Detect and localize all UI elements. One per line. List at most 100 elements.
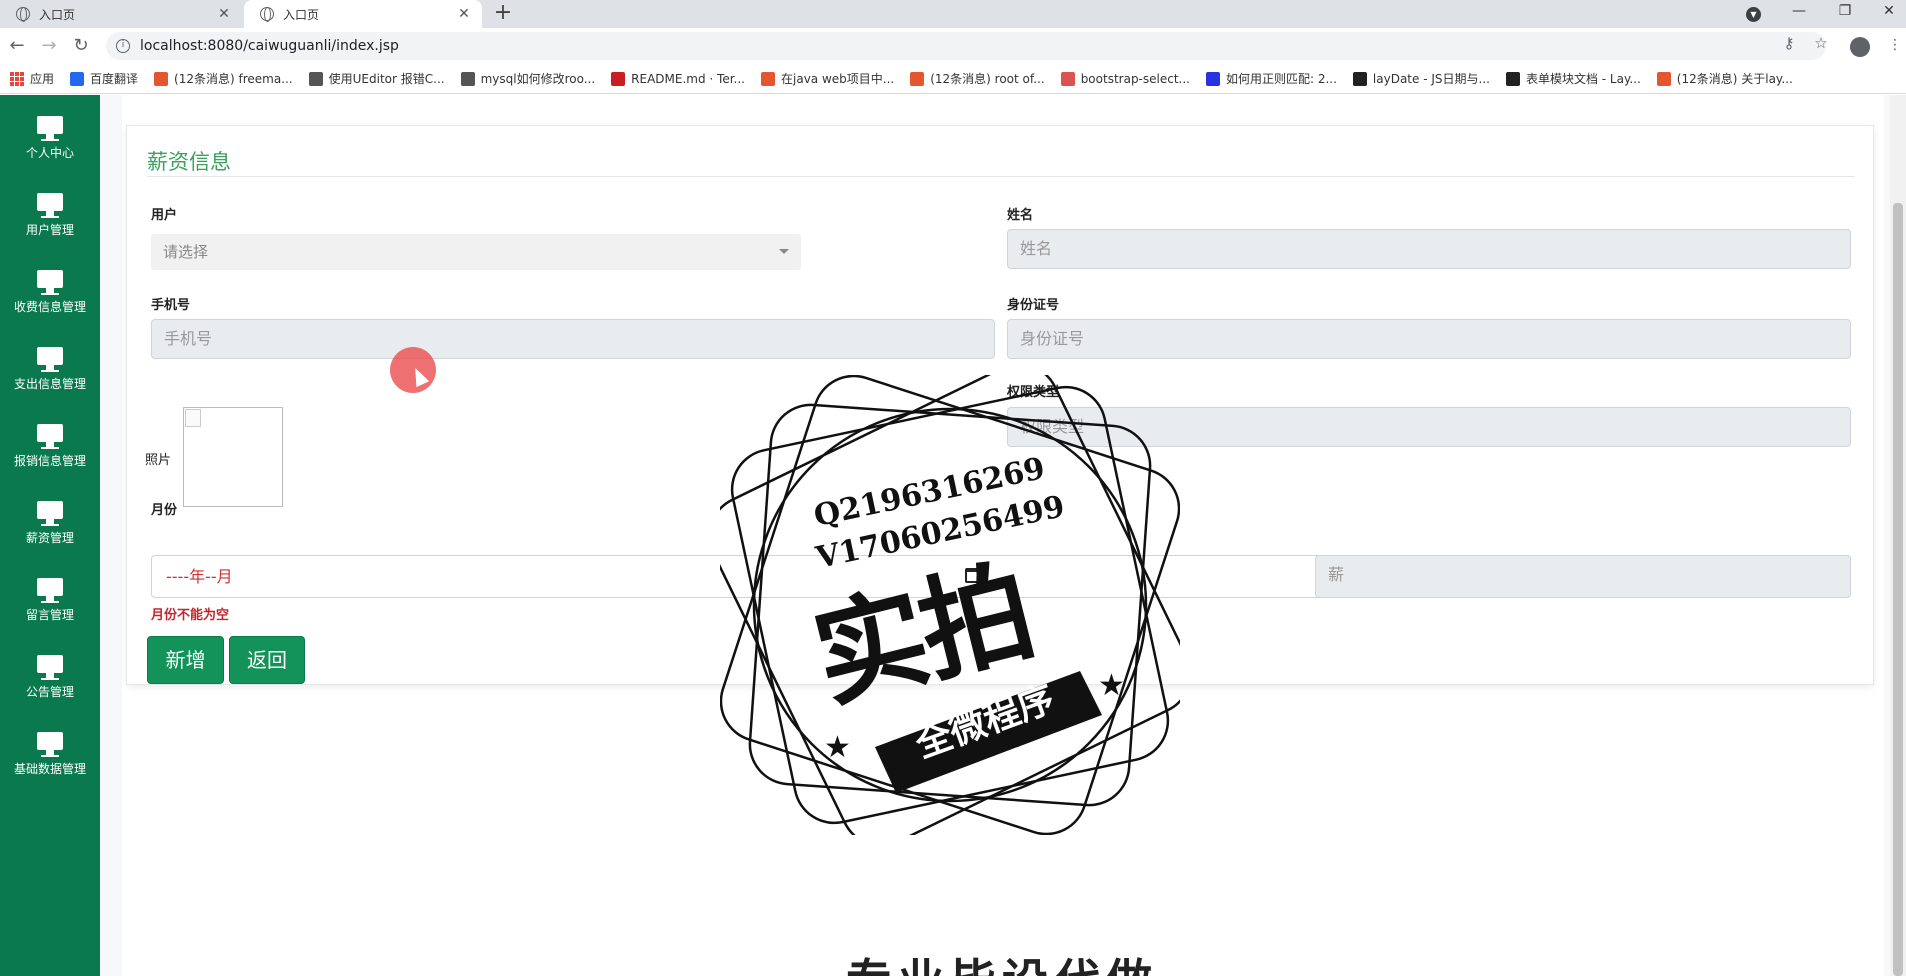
- tab-search-icon[interactable]: ▼: [1746, 7, 1761, 22]
- bookmark-label: 百度翻译: [90, 72, 139, 86]
- tab-strip: 入口页 ✕ 入口页 ✕ + ▼ — ❐ ✕: [0, 0, 1906, 28]
- bookmark-label: mysql如何修改roo...: [480, 72, 596, 86]
- user-select-placeholder: 请选择: [163, 243, 209, 261]
- back-arrow-icon[interactable]: ←: [5, 34, 29, 58]
- id-card-input[interactable]: 身份证号: [1007, 319, 1851, 359]
- sidebar-item[interactable]: 基础数据管理: [0, 711, 100, 788]
- monitor-icon: [37, 732, 63, 757]
- profile-avatar-icon[interactable]: [1850, 37, 1870, 57]
- translate-icon: [70, 71, 85, 86]
- scrollbar-thumb[interactable]: [1893, 203, 1903, 976]
- star-icon: ★: [824, 730, 851, 765]
- restore-button[interactable]: ❐: [1822, 0, 1868, 28]
- apps-icon: [10, 71, 24, 86]
- page-viewport: 个人中心用户管理 收费信息管理支出信息管理 报销信息管理 薪资管理留言管理公告管理基础…: [0, 95, 1906, 976]
- baidu-icon: [1205, 71, 1220, 86]
- info-icon[interactable]: i: [116, 39, 130, 53]
- bookmark-item[interactable]: bootstrap-select...: [1060, 71, 1190, 86]
- monitor-icon: [37, 193, 63, 218]
- reload-icon[interactable]: ↻: [69, 34, 93, 58]
- bookmark-item[interactable]: 使用UEditor 报错C...: [308, 70, 445, 87]
- month-label: 月份: [151, 503, 178, 518]
- close-window-button[interactable]: ✕: [1866, 0, 1906, 28]
- key-icon[interactable]: ⚷: [1778, 34, 1800, 52]
- add-button[interactable]: 新增: [147, 636, 224, 684]
- month-error: 月份不能为空: [151, 608, 230, 623]
- bookmark-item[interactable]: (12条消息) freema...: [154, 70, 293, 87]
- sidebar-item-label: 薪资管理: [25, 531, 74, 545]
- photo-image[interactable]: [183, 407, 283, 507]
- monitor-icon: [37, 655, 63, 680]
- photo-label: 照片: [145, 453, 172, 468]
- forward-arrow-icon[interactable]: →: [37, 34, 61, 58]
- bookmark-item[interactable]: 在java web项目中...: [761, 70, 894, 87]
- user-select[interactable]: 请选择: [151, 234, 801, 270]
- monitor-icon: [37, 270, 63, 295]
- site-icon: [1060, 71, 1075, 86]
- sidebar-item-label: 个人中心: [25, 146, 74, 160]
- bookmark-item[interactable]: layDate - JS日期与...: [1352, 70, 1490, 87]
- menu-kebab-icon[interactable]: ⋮: [1888, 37, 1902, 53]
- bookmark-item[interactable]: 应用: [10, 70, 54, 87]
- bookmarks-bar: 应用 百度翻译 (12条消息) freema... 使用UEditor 报错C... m…: [0, 64, 1906, 94]
- bookmark-item[interactable]: 百度翻译: [70, 70, 138, 87]
- bookmark-label: 使用UEditor 报错C...: [328, 72, 445, 86]
- sidebar-item[interactable]: 支出信息管理: [0, 326, 100, 403]
- address-bar[interactable]: i localhost:8080/caiwuguanli/index.jsp: [106, 32, 1826, 60]
- sidebar-item[interactable]: 薪资管理: [0, 480, 100, 557]
- phone-label: 手机号: [151, 298, 191, 313]
- name-input[interactable]: 姓名: [1007, 229, 1851, 269]
- salary-input[interactable]: 薪: [1315, 555, 1851, 598]
- browser-tab-1[interactable]: 入口页 ✕: [0, 0, 242, 28]
- minimize-button[interactable]: —: [1776, 0, 1822, 28]
- csdn-icon: [761, 71, 775, 86]
- sidebar-item[interactable]: 留言管理: [0, 557, 100, 634]
- month-value: ----年--月: [166, 567, 233, 586]
- yuque-icon: [460, 71, 475, 86]
- sidebar-item-label: 支出信息管理: [13, 377, 86, 391]
- bookmark-item[interactable]: README.md · Ter...: [611, 71, 745, 86]
- bookmark-label: (12条消息) 关于lay...: [1676, 72, 1793, 86]
- sidebar-item-label: 报销信息管理: [13, 454, 86, 468]
- gitee-icon: [611, 71, 626, 86]
- bookmark-label: bootstrap-select...: [1080, 71, 1190, 86]
- caret-down-icon: [779, 249, 789, 254]
- scrollbar[interactable]: [1890, 95, 1906, 976]
- sidebar-item-label: 留言管理: [25, 608, 74, 622]
- toolbar: ← → ↻ i localhost:8080/caiwuguanli/index…: [0, 28, 1906, 64]
- sidebar-item[interactable]: 个人中心: [0, 95, 100, 172]
- bookmark-item[interactable]: (12条消息) 关于lay...: [1656, 70, 1793, 87]
- yuque-icon: [308, 71, 323, 86]
- bookmark-item[interactable]: (12条消息) root of...: [910, 70, 1045, 87]
- monitor-icon: [37, 116, 63, 141]
- tab-title: 入口页: [283, 7, 320, 22]
- sidebar-item[interactable]: 公告管理: [0, 634, 100, 711]
- url-text: localhost:8080/caiwuguanli/index.jsp: [140, 38, 399, 54]
- sidebar-item[interactable]: 报销信息管理: [0, 403, 100, 480]
- csdn-icon: [910, 71, 925, 86]
- divider: [147, 176, 1855, 177]
- bookmark-item[interactable]: 表单模块文档 - Lay...: [1505, 70, 1641, 87]
- footer-heading: 专业毕设代做: [846, 945, 1158, 976]
- bookmark-label: README.md · Ter...: [631, 71, 745, 86]
- monitor-icon: [37, 424, 63, 449]
- monitor-icon: [37, 501, 63, 526]
- star-icon[interactable]: ☆: [1810, 34, 1832, 52]
- globe-icon: [16, 7, 30, 22]
- watermark-stamp: ★ ★ Q2196316269 V17060256499 实拍 全微程序: [708, 363, 1192, 847]
- bookmark-label: (12条消息) freema...: [174, 72, 293, 86]
- browser-tab-2[interactable]: 入口页 ✕: [244, 0, 482, 28]
- phone-input[interactable]: 手机号: [151, 319, 995, 359]
- new-tab-button[interactable]: +: [490, 2, 516, 24]
- sidebar-item[interactable]: 用户管理: [0, 172, 100, 249]
- bookmark-item[interactable]: mysql如何修改roo...: [460, 70, 596, 87]
- close-icon[interactable]: ✕: [216, 6, 232, 22]
- sidebar-item-label: 基础数据管理: [13, 762, 86, 776]
- back-button[interactable]: 返回: [229, 636, 305, 684]
- bookmark-label: 应用: [30, 72, 55, 86]
- bookmark-label: 如何用正则匹配: 2...: [1225, 72, 1337, 86]
- form-title: 薪资信息: [147, 150, 231, 174]
- close-icon[interactable]: ✕: [456, 6, 472, 22]
- bookmark-item[interactable]: 如何用正则匹配: 2...: [1205, 70, 1337, 87]
- sidebar-item[interactable]: 收费信息管理: [0, 249, 100, 326]
